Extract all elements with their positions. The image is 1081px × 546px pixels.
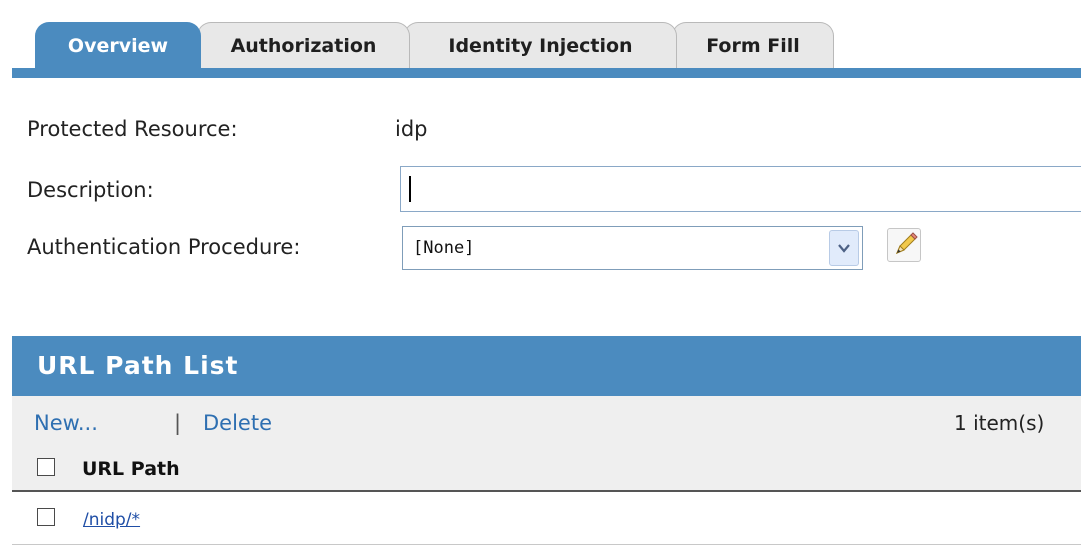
new-link[interactable]: New... <box>34 411 98 435</box>
description-label: Description: <box>27 178 154 202</box>
tab-identity-injection[interactable]: Identity Injection <box>404 22 677 68</box>
url-path-link[interactable]: /nidp/* <box>83 510 140 530</box>
url-path-list-title: URL Path List <box>37 351 239 380</box>
tab-strip: Form Fill Identity Injection Authorizati… <box>0 0 1081 78</box>
auth-procedure-selected-value: [None] <box>413 238 475 258</box>
row-checkbox[interactable] <box>37 508 55 526</box>
header-divider <box>12 490 1081 492</box>
tab-authorization[interactable]: Authorization <box>197 22 410 68</box>
column-header-url-path: URL Path <box>82 458 180 480</box>
table-bottom-border <box>12 544 1081 545</box>
auth-procedure-select[interactable]: [None] <box>402 226 863 270</box>
auth-procedure-label: Authentication Procedure: <box>27 235 301 259</box>
pencil-icon <box>896 232 918 254</box>
toolbar-separator: | <box>174 411 182 435</box>
edit-procedure-button[interactable] <box>887 228 921 262</box>
protected-resource-value: idp <box>395 117 428 141</box>
text-caret <box>409 176 411 202</box>
select-all-checkbox[interactable] <box>37 458 55 476</box>
chevron-down-icon[interactable] <box>829 230 859 266</box>
tab-underline-bar <box>12 68 1081 78</box>
protected-resource-label: Protected Resource: <box>27 117 238 141</box>
url-path-list-header: URL Path List <box>12 336 1081 396</box>
tab-form-fill[interactable]: Form Fill <box>672 22 834 68</box>
tab-overview[interactable]: Overview <box>35 22 201 68</box>
delete-link[interactable]: Delete <box>203 411 272 435</box>
url-path-list-toolbar: New... | Delete 1 item(s) URL Path <box>12 396 1081 490</box>
item-count: 1 item(s) <box>954 411 1045 435</box>
description-input[interactable] <box>400 166 1081 212</box>
